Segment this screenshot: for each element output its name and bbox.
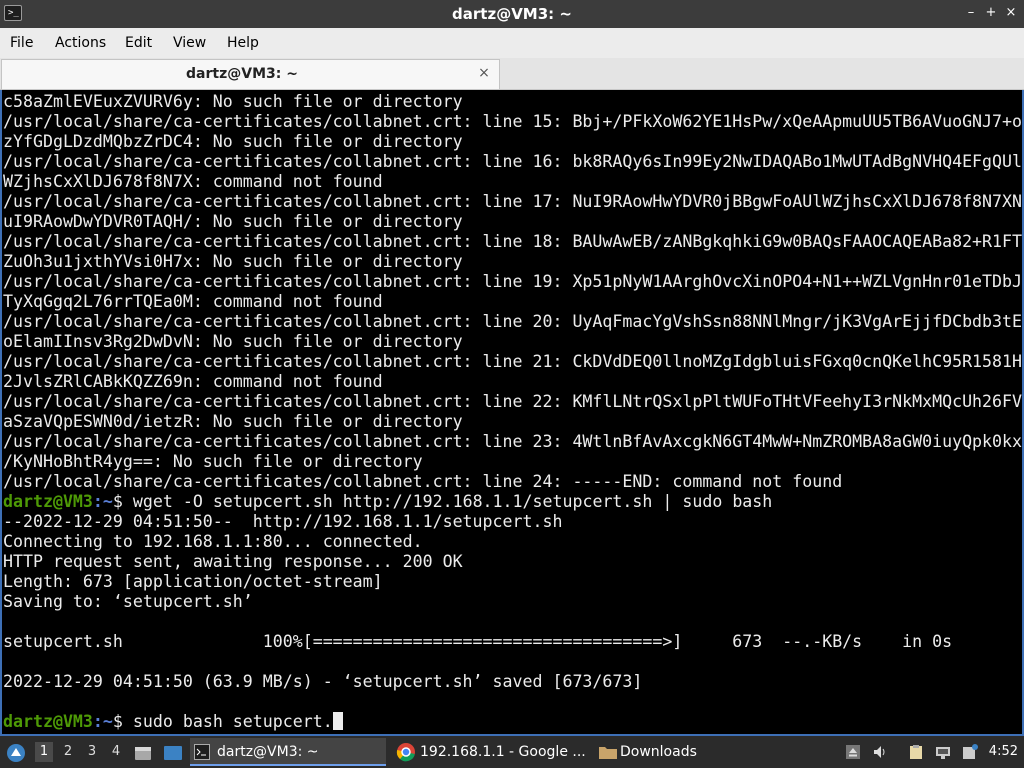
output-line: 2022-12-29 04:51:50 (63.9 MB/s) - ‘setup… bbox=[3, 672, 643, 691]
tab-label: dartz@VM3: ~ bbox=[186, 66, 298, 82]
eject-icon[interactable] bbox=[845, 744, 861, 760]
prompt-line-1: dartz@VM3:~$ wget -O setupcert.sh http:/… bbox=[3, 492, 772, 512]
command-text: wget -O setupcert.sh http://192.168.1.1/… bbox=[122, 492, 773, 511]
terminal-line: /usr/local/share/ca-certificates/collabn… bbox=[3, 352, 1023, 371]
task-label: 192.168.1.1 - Google ... bbox=[420, 744, 586, 760]
terminal-line: WZjhsCxXlDJ678f8N7X: command not found bbox=[3, 172, 383, 191]
output-line: Length: 673 [application/octet-stream] bbox=[3, 572, 383, 591]
tab-bar: dartz@VM3: ~ × bbox=[0, 58, 1024, 90]
terminal-line: /usr/local/share/ca-certificates/collabn… bbox=[3, 152, 1023, 171]
terminal-line: uI9RAowDwYDVR0TAQH/: No such file or dir… bbox=[3, 212, 463, 231]
prompt-user: dartz@VM3 bbox=[3, 712, 93, 731]
prompt-path: :~ bbox=[92, 492, 113, 511]
notification-icon[interactable] bbox=[962, 744, 978, 760]
menu-bar: File Actions Edit View Help bbox=[0, 28, 1024, 58]
window-title: dartz@VM3: ~ bbox=[452, 5, 572, 23]
network-icon[interactable] bbox=[935, 744, 951, 760]
terminal-line: TyXqGgq2L76rrTQEa0M: command not found bbox=[3, 292, 383, 311]
workspace-1[interactable]: 1 bbox=[35, 742, 53, 762]
task-terminal[interactable]: dartz@VM3: ~ bbox=[190, 738, 386, 766]
terminal-line: /usr/local/share/ca-certificates/collabn… bbox=[3, 272, 1023, 291]
terminal-line: aSzaVQpESWN0d/ietzR: No such file or dir… bbox=[3, 412, 463, 431]
terminal-output[interactable]: c58aZmlEVEuxZVURV6y: No such file or dir… bbox=[0, 90, 1024, 736]
menu-view[interactable]: View bbox=[173, 28, 206, 58]
terminal-line: /usr/local/share/ca-certificates/collabn… bbox=[3, 232, 1023, 251]
task-chrome[interactable]: 192.168.1.1 - Google ... bbox=[392, 738, 588, 766]
output-line: --2022-12-29 04:51:50-- http://192.168.1… bbox=[3, 512, 563, 531]
text-cursor bbox=[332, 712, 343, 730]
taskbar: 1 2 3 4 dartz@VM3: ~ 192.168.1.1 - Googl… bbox=[0, 736, 1024, 768]
title-bar[interactable]: >_ dartz@VM3: ~ – + × bbox=[0, 0, 1024, 28]
terminal-line: zYfGDgLDzdMQbzZrDC4: No such file or dir… bbox=[3, 132, 463, 151]
terminal-line: /usr/local/share/ca-certificates/collabn… bbox=[3, 192, 1023, 211]
minimize-button[interactable]: – bbox=[963, 5, 979, 21]
prompt-user: dartz@VM3 bbox=[3, 492, 93, 511]
terminal-line: /usr/local/share/ca-certificates/collabn… bbox=[3, 472, 843, 491]
terminal-line: /KyNHoBhtR4yg==: No such file or directo… bbox=[3, 452, 423, 471]
terminal-line: /usr/local/share/ca-certificates/collabn… bbox=[3, 312, 1023, 331]
prompt-line-2: dartz@VM3:~$ sudo bash setupcert. bbox=[3, 712, 343, 732]
workspace-4[interactable]: 4 bbox=[107, 742, 125, 762]
output-line: Saving to: ‘setupcert.sh’ bbox=[3, 592, 253, 611]
terminal-line: oElamIInsv3Rg2DwDvN: No such file or dir… bbox=[3, 332, 463, 351]
terminal-line: /usr/local/share/ca-certificates/collabn… bbox=[3, 432, 1023, 451]
terminal-line: ZuOh3u1jxthYVsi0H7x: No such file or dir… bbox=[3, 252, 463, 271]
terminal-line: /usr/local/share/ca-certificates/collabn… bbox=[3, 392, 1023, 411]
app-menu-icon[interactable] bbox=[6, 743, 26, 763]
prompt-symbol: $ bbox=[112, 492, 123, 511]
menu-actions[interactable]: Actions bbox=[55, 28, 106, 58]
prompt-symbol: $ bbox=[112, 712, 123, 731]
task-label: Downloads bbox=[620, 744, 697, 760]
clipboard-icon[interactable] bbox=[908, 744, 924, 760]
chrome-icon bbox=[396, 743, 415, 762]
menu-help[interactable]: Help bbox=[227, 28, 259, 58]
terminal-icon bbox=[194, 744, 210, 760]
menu-edit[interactable]: Edit bbox=[125, 28, 152, 58]
maximize-button[interactable]: + bbox=[983, 5, 999, 21]
output-line: setupcert.sh 100%[======================… bbox=[3, 632, 953, 651]
folder-icon bbox=[599, 747, 617, 759]
output-line: HTTP request sent, awaiting response... … bbox=[3, 552, 463, 571]
output-line: Connecting to 192.168.1.1:80... connecte… bbox=[3, 532, 423, 551]
show-desktop-icon[interactable] bbox=[163, 744, 183, 762]
terminal-line: /usr/local/share/ca-certificates/collabn… bbox=[3, 112, 1023, 131]
terminal-tab[interactable]: dartz@VM3: ~ × bbox=[1, 59, 500, 89]
menu-file[interactable]: File bbox=[10, 28, 33, 58]
task-label: dartz@VM3: ~ bbox=[217, 744, 319, 760]
command-input[interactable]: sudo bash setupcert. bbox=[123, 712, 333, 731]
close-button[interactable]: × bbox=[1003, 5, 1019, 21]
workspace-3[interactable]: 3 bbox=[83, 742, 101, 762]
task-downloads[interactable]: Downloads bbox=[594, 738, 790, 766]
file-manager-launcher-icon[interactable] bbox=[134, 744, 152, 762]
terminal-line: 2JvlsZRlCABkKQZZ69n: command not found bbox=[3, 372, 383, 391]
tab-close-icon[interactable]: × bbox=[477, 66, 491, 80]
workspace-2[interactable]: 2 bbox=[59, 742, 77, 762]
prompt-path: :~ bbox=[92, 712, 113, 731]
terminal-line: c58aZmlEVEuxZVURV6y: No such file or dir… bbox=[3, 92, 463, 111]
clock[interactable]: 4:52 bbox=[989, 736, 1018, 768]
volume-icon[interactable] bbox=[872, 744, 888, 760]
